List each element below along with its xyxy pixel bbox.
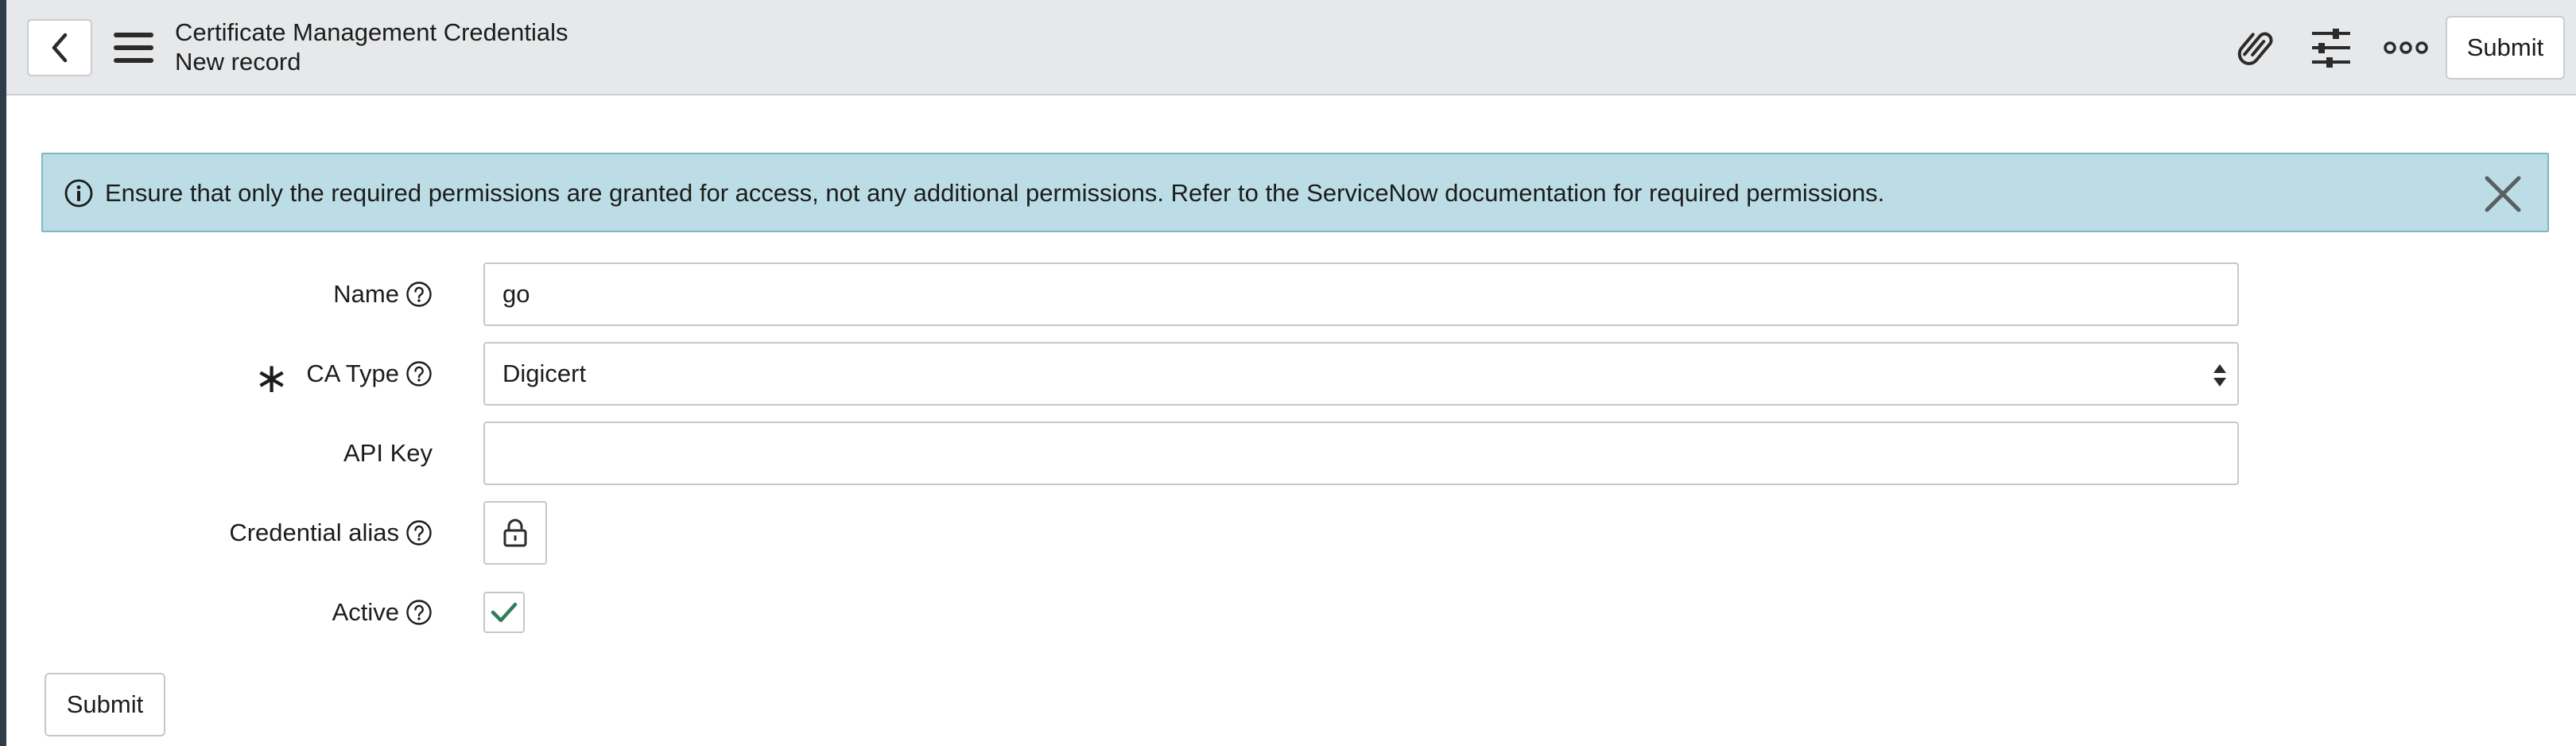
back-button[interactable] xyxy=(27,19,92,76)
close-icon xyxy=(2485,176,2521,212)
info-icon xyxy=(64,179,93,208)
info-banner: Ensure that only the required permission… xyxy=(41,153,2549,232)
select-arrows-icon xyxy=(2213,364,2226,387)
lock-icon xyxy=(503,519,527,547)
form-row-ca-type: ∗ CA Type Digicert xyxy=(6,342,2576,406)
api-key-label-wrap: API Key xyxy=(343,422,433,485)
paperclip-icon xyxy=(2237,32,2273,65)
name-label: Name xyxy=(333,280,399,308)
form-row-credential-alias: Credential alias xyxy=(6,501,2576,565)
credential-alias-label-wrap: Credential alias xyxy=(229,501,433,565)
page-subtitle: New record xyxy=(175,48,301,76)
name-input[interactable] xyxy=(483,262,2239,326)
credential-alias-help-icon[interactable] xyxy=(405,519,433,546)
submit-button-header[interactable]: Submit xyxy=(2446,16,2565,80)
submit-button[interactable]: Submit xyxy=(45,673,165,736)
settings-button[interactable] xyxy=(2307,24,2355,72)
ca-type-selected-value: Digicert xyxy=(502,359,587,387)
more-icon xyxy=(2384,41,2428,54)
help-icon xyxy=(406,600,432,625)
help-icon xyxy=(406,282,432,307)
credential-alias-lock-button[interactable] xyxy=(483,501,547,565)
form-row-active: Active xyxy=(6,581,2576,644)
active-label: Active xyxy=(332,598,399,626)
sliders-icon xyxy=(2312,29,2350,68)
form-row-api-key: API Key xyxy=(6,422,2576,485)
api-key-input[interactable] xyxy=(483,422,2239,485)
active-help-icon[interactable] xyxy=(405,599,433,626)
checkmark-icon xyxy=(491,602,518,623)
chevron-left-icon xyxy=(52,33,68,63)
more-options-button[interactable] xyxy=(2382,24,2430,72)
name-label-wrap: Name xyxy=(333,262,433,326)
hamburger-icon xyxy=(114,33,153,63)
ca-type-label-wrap: ∗ CA Type xyxy=(254,342,433,406)
page-title: Certificate Management Credentials xyxy=(175,18,568,46)
help-icon xyxy=(406,361,432,387)
credential-alias-label: Credential alias xyxy=(229,519,399,546)
menu-button[interactable] xyxy=(111,27,156,68)
active-label-wrap: Active xyxy=(332,581,433,644)
title-block: Certificate Management Credentials New r… xyxy=(175,17,568,76)
ca-type-help-icon[interactable] xyxy=(405,360,433,387)
name-help-icon[interactable] xyxy=(405,281,433,308)
required-indicator: ∗ xyxy=(254,355,289,402)
banner-message: Ensure that only the required permission… xyxy=(105,179,1885,207)
help-icon xyxy=(406,520,432,546)
form-header: Certificate Management Credentials New r… xyxy=(6,0,2576,95)
ca-type-label: CA Type xyxy=(306,359,399,387)
page: Certificate Management Credentials New r… xyxy=(0,0,2576,746)
attachment-button[interactable] xyxy=(2233,24,2280,72)
form-row-name: Name xyxy=(6,262,2576,326)
banner-close-button[interactable] xyxy=(2481,172,2525,216)
active-checkbox[interactable] xyxy=(483,592,525,633)
api-key-label: API Key xyxy=(343,439,433,467)
ca-type-select[interactable]: Digicert xyxy=(483,342,2239,406)
